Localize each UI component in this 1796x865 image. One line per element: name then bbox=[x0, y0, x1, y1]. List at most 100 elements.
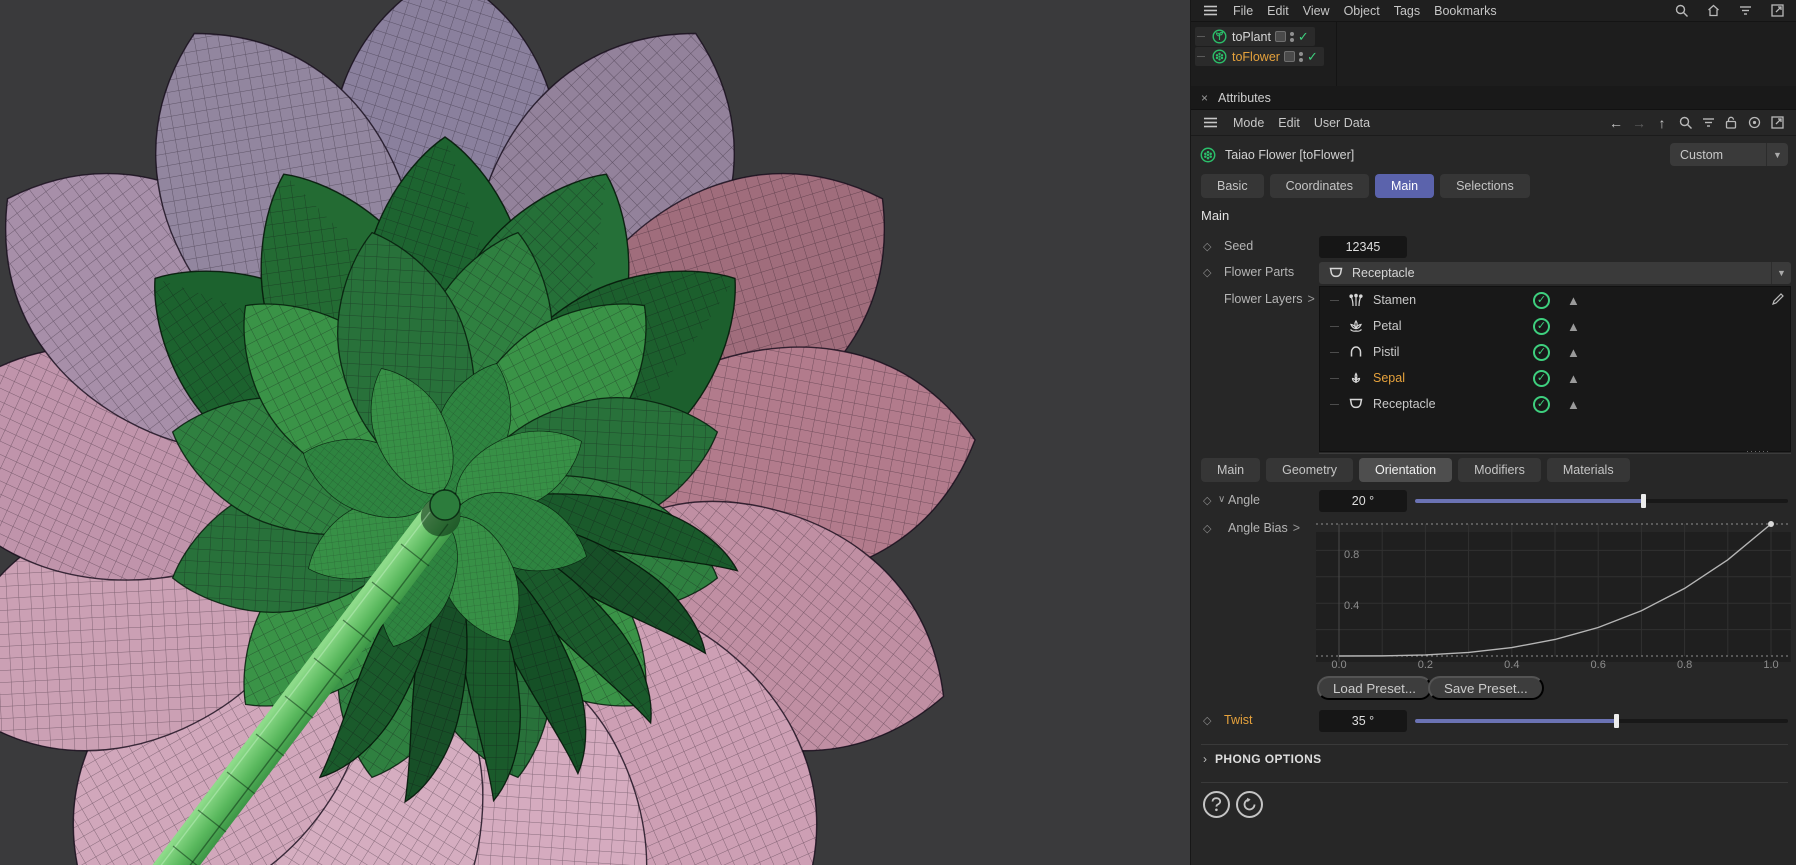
triangle-icon[interactable]: ▲ bbox=[1567, 319, 1580, 334]
menu-user-data[interactable]: User Data bbox=[1314, 116, 1370, 130]
preset-dropdown[interactable]: Custom ▼ bbox=[1670, 143, 1788, 166]
layer-row-stamen[interactable]: Stamen ✓ ▲ bbox=[1320, 287, 1790, 313]
object-state-icon[interactable] bbox=[1274, 31, 1286, 42]
twist-slider-handle[interactable] bbox=[1614, 714, 1620, 728]
flower-icon bbox=[1199, 146, 1217, 164]
tab-modifiers[interactable]: Modifiers bbox=[1458, 458, 1541, 482]
hamburger-menu-icon[interactable] bbox=[1201, 114, 1219, 132]
load-preset-button[interactable]: Load Preset... bbox=[1317, 676, 1432, 700]
tab-main[interactable]: Main bbox=[1201, 458, 1261, 482]
layer-row-pistil[interactable]: Pistil ✓ ▲ bbox=[1320, 339, 1790, 365]
angle-bias-curve-svg: 0.8 0.4 0.0 0.2 0.4 0.6 0.8 1.0 bbox=[1316, 521, 1791, 670]
enabled-check-icon[interactable]: ✓ bbox=[1298, 30, 1309, 43]
object-manager-menubar: File Edit View Object Tags Bookmarks bbox=[1191, 0, 1796, 22]
enabled-check-icon[interactable]: ✓ bbox=[1533, 369, 1550, 387]
layer-row-petal[interactable]: Petal ✓ ▲ bbox=[1320, 313, 1790, 339]
angle-bias-curve-editor[interactable]: 0.8 0.4 0.0 0.2 0.4 0.6 0.8 1.0 bbox=[1316, 518, 1791, 670]
save-preset-button[interactable]: Save Preset... bbox=[1428, 676, 1544, 700]
back-arrow-icon[interactable]: ← bbox=[1607, 114, 1625, 132]
object-label[interactable]: toPlant bbox=[1232, 30, 1271, 44]
menu-bookmarks[interactable]: Bookmarks bbox=[1434, 4, 1497, 18]
menu-tags[interactable]: Tags bbox=[1394, 4, 1420, 18]
filter-icon[interactable] bbox=[1736, 2, 1754, 20]
keyframe-diamond-icon[interactable]: ◇ bbox=[1203, 522, 1211, 535]
angle-input[interactable]: 20 ° bbox=[1319, 490, 1407, 512]
pistil-icon bbox=[1347, 343, 1365, 361]
layer-label: Receptacle bbox=[1373, 397, 1436, 411]
triangle-icon[interactable]: ▲ bbox=[1567, 345, 1580, 360]
keyframe-diamond-icon[interactable]: ◇ bbox=[1203, 266, 1211, 279]
hamburger-menu-icon[interactable] bbox=[1201, 2, 1219, 20]
collapse-chevron-icon[interactable]: ∨ bbox=[1218, 494, 1225, 505]
object-label[interactable]: toFlower bbox=[1232, 50, 1280, 64]
angle-slider-fill bbox=[1415, 499, 1643, 503]
angle-slider[interactable] bbox=[1415, 494, 1788, 508]
tab-orientation[interactable]: Orientation bbox=[1358, 458, 1453, 482]
lock-icon[interactable] bbox=[1722, 114, 1740, 132]
menu-edit[interactable]: Edit bbox=[1278, 116, 1300, 130]
forward-arrow-icon[interactable]: → bbox=[1630, 114, 1648, 132]
attributes-menubar: Mode Edit User Data ← → ↑ bbox=[1191, 110, 1796, 136]
object-manager: toPlant ✓ toFlower ✓ bbox=[1191, 22, 1796, 86]
filter-icon[interactable] bbox=[1699, 114, 1717, 132]
object-row-toflower[interactable]: toFlower ✓ bbox=[1195, 47, 1324, 66]
enabled-check-icon[interactable]: ✓ bbox=[1307, 50, 1318, 63]
angle-row: ◇ ∨ Angle 20 ° bbox=[1191, 490, 1796, 512]
search-icon[interactable] bbox=[1676, 114, 1694, 132]
enabled-check-icon[interactable]: ✓ bbox=[1533, 395, 1550, 413]
keyframe-diamond-icon[interactable]: ◇ bbox=[1203, 240, 1211, 253]
flower-parts-row: ◇ Flower Parts Receptacle ▼ bbox=[1191, 262, 1796, 284]
list-resize-handle[interactable]: ······ bbox=[1746, 446, 1770, 456]
menu-file[interactable]: File bbox=[1233, 4, 1253, 18]
triangle-icon[interactable]: ▲ bbox=[1567, 397, 1580, 412]
close-icon[interactable]: × bbox=[1201, 91, 1208, 105]
layer-row-sepal[interactable]: Sepal ✓ ▲ bbox=[1320, 365, 1790, 391]
tab-materials[interactable]: Materials bbox=[1546, 458, 1630, 482]
flower-parts-dropdown[interactable]: Receptacle ▼ bbox=[1319, 262, 1791, 284]
twist-input[interactable]: 35 ° bbox=[1319, 710, 1407, 732]
object-row-toplant[interactable]: toPlant ✓ bbox=[1195, 27, 1315, 46]
tab-main[interactable]: Main bbox=[1374, 174, 1435, 198]
twist-slider[interactable] bbox=[1415, 714, 1788, 728]
triangle-icon[interactable]: ▲ bbox=[1567, 293, 1580, 308]
tab-geometry[interactable]: Geometry bbox=[1266, 458, 1353, 482]
expand-icon[interactable] bbox=[1768, 2, 1786, 20]
target-icon[interactable] bbox=[1745, 114, 1763, 132]
tab-basic[interactable]: Basic bbox=[1201, 174, 1264, 198]
twist-slider-fill bbox=[1415, 719, 1617, 723]
triangle-icon[interactable]: ▲ bbox=[1567, 371, 1580, 386]
popout-icon[interactable] bbox=[1768, 114, 1786, 132]
search-icon[interactable] bbox=[1672, 2, 1690, 20]
flower-layers-label[interactable]: Flower Layers > bbox=[1224, 292, 1315, 306]
enabled-check-icon[interactable]: ✓ bbox=[1533, 317, 1550, 335]
visibility-dots[interactable] bbox=[1298, 51, 1303, 62]
help-icon[interactable] bbox=[1203, 791, 1230, 818]
home-icon[interactable] bbox=[1704, 2, 1722, 20]
object-state-icon[interactable] bbox=[1283, 51, 1295, 62]
angle-bias-label[interactable]: Angle Bias > bbox=[1228, 521, 1300, 535]
plant-icon bbox=[1210, 28, 1228, 46]
keyframe-diamond-icon[interactable]: ◇ bbox=[1203, 714, 1211, 727]
seed-input[interactable]: 12345 bbox=[1319, 236, 1407, 258]
flower-center bbox=[429, 489, 461, 521]
enabled-check-icon[interactable]: ✓ bbox=[1533, 343, 1550, 361]
layer-label: Sepal bbox=[1373, 371, 1405, 385]
tab-selections[interactable]: Selections bbox=[1440, 174, 1530, 198]
menu-view[interactable]: View bbox=[1303, 4, 1330, 18]
menu-edit[interactable]: Edit bbox=[1267, 4, 1289, 18]
visibility-dots[interactable] bbox=[1289, 31, 1294, 42]
phong-options-header[interactable]: › PHONG OPTIONS bbox=[1203, 752, 1322, 766]
divider bbox=[1201, 744, 1788, 745]
reset-icon[interactable] bbox=[1236, 791, 1263, 818]
preset-dropdown-value: Custom bbox=[1680, 147, 1724, 162]
enabled-check-icon[interactable]: ✓ bbox=[1533, 291, 1550, 309]
layer-label: Pistil bbox=[1373, 345, 1400, 359]
menu-object[interactable]: Object bbox=[1344, 4, 1380, 18]
angle-slider-handle[interactable] bbox=[1640, 494, 1646, 508]
up-arrow-icon[interactable]: ↑ bbox=[1653, 114, 1671, 132]
layer-row-receptacle[interactable]: Receptacle ✓ ▲ bbox=[1320, 391, 1790, 417]
3d-viewport[interactable] bbox=[0, 0, 1190, 865]
tab-coordinates[interactable]: Coordinates bbox=[1269, 174, 1369, 198]
menu-mode[interactable]: Mode bbox=[1233, 116, 1264, 130]
keyframe-diamond-icon[interactable]: ◇ bbox=[1203, 494, 1211, 507]
